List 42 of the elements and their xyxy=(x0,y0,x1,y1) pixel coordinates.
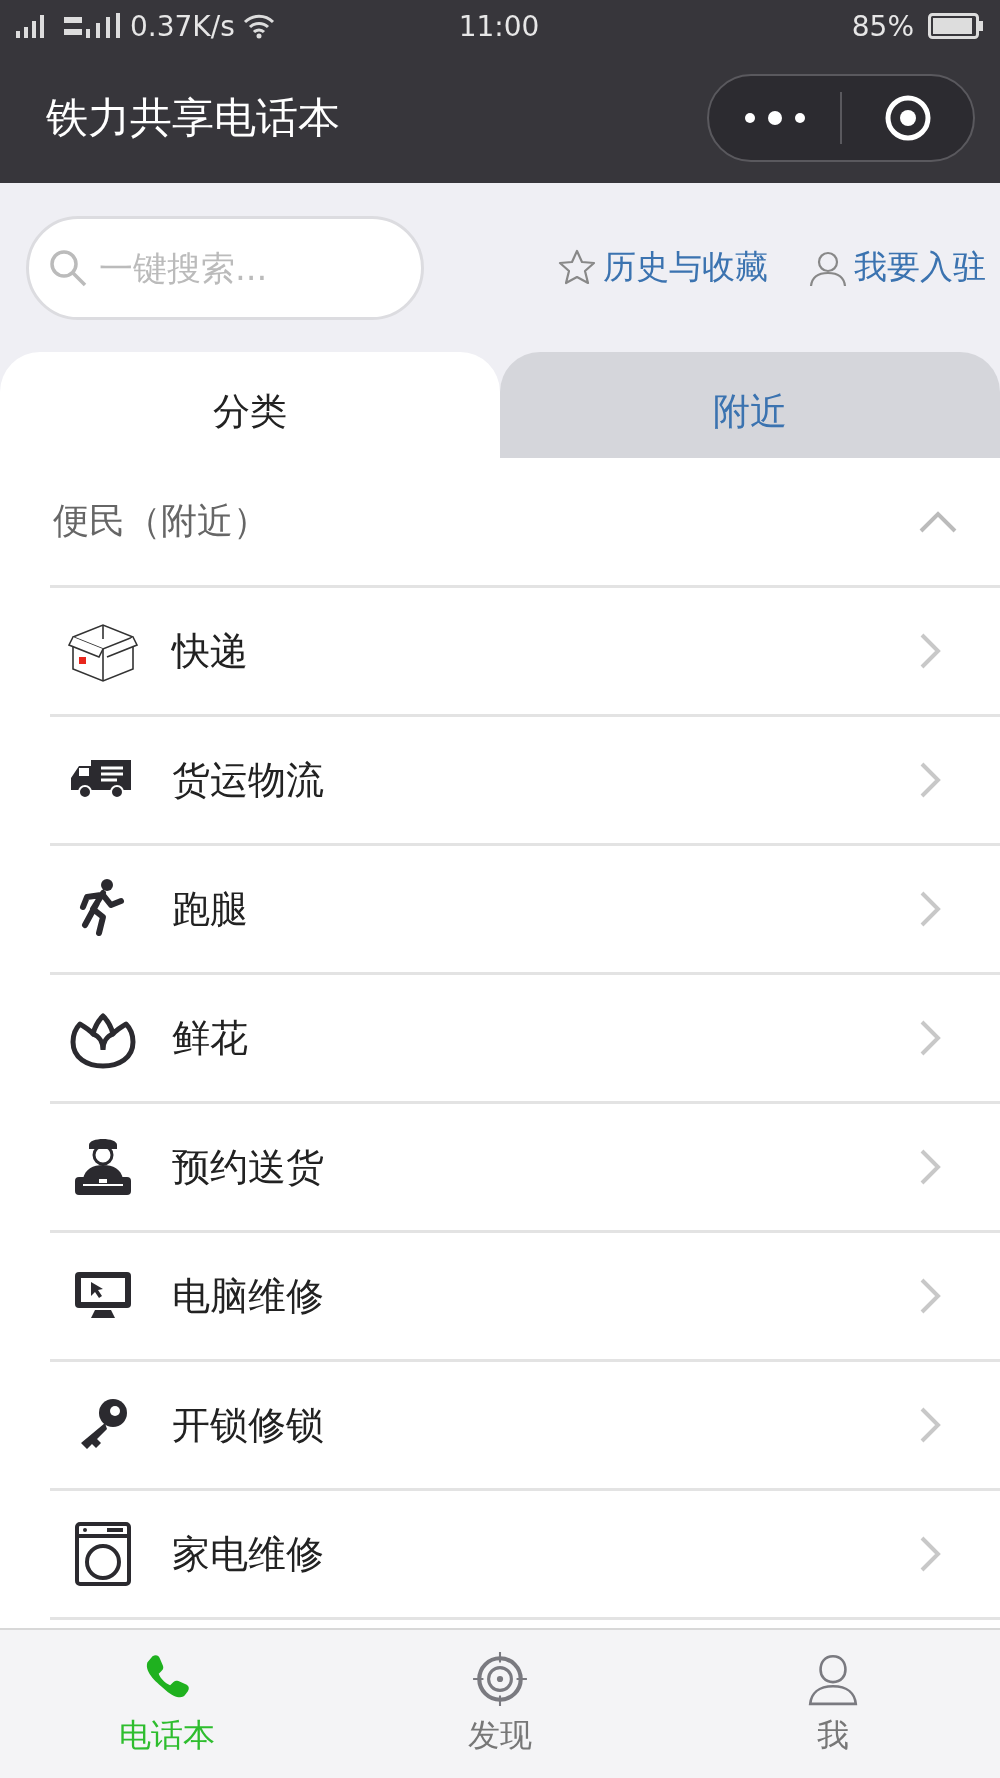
chevron-right-icon xyxy=(918,760,942,800)
category-row[interactable]: 电脑维修 xyxy=(50,1233,1000,1362)
chevron-right-icon xyxy=(918,1405,942,1445)
category-row[interactable]: 家电维修 xyxy=(50,1491,1000,1620)
clock: 11:00 xyxy=(458,9,540,43)
category-row[interactable]: 鲜花 xyxy=(50,975,1000,1104)
category-label: 鲜花 xyxy=(172,1014,249,1062)
link[interactable]: 历史与收藏 xyxy=(557,245,768,290)
category-row[interactable]: 预约送货 xyxy=(50,1104,1000,1233)
chevron-right-icon xyxy=(918,1147,942,1187)
battery-icon xyxy=(928,13,984,39)
battery-percent: 85% xyxy=(851,9,914,43)
category-label: 跑腿 xyxy=(172,885,249,933)
category-label: 家电维修 xyxy=(172,1530,325,1578)
section-header[interactable]: 便民（附近） xyxy=(50,458,1000,588)
chevron-right-icon xyxy=(918,1534,942,1574)
category-row[interactable]: 跑腿 xyxy=(50,846,1000,975)
category-row[interactable]: 快递 xyxy=(50,588,1000,717)
link[interactable]: 我要入驻 xyxy=(808,245,986,290)
tab[interactable]: 分类 xyxy=(0,352,500,458)
category-label: 开锁修锁 xyxy=(172,1401,325,1449)
chevron-right-icon xyxy=(918,1276,942,1316)
network-speed: 0.37K/s xyxy=(130,9,235,43)
search-field[interactable]: 一键搜索... xyxy=(26,215,424,320)
target-icon xyxy=(471,1650,529,1708)
wifi-icon xyxy=(242,13,275,39)
category-row[interactable]: 开锁修锁 xyxy=(50,1362,1000,1491)
target-icon xyxy=(883,93,932,142)
nav-tab[interactable]: 我 xyxy=(666,1630,1000,1778)
chevron-right-icon xyxy=(918,889,942,929)
section-title: 便民（附近） xyxy=(53,499,270,543)
cell-signal-icon xyxy=(62,13,122,39)
chevron-right-icon xyxy=(918,1018,942,1058)
chevron-right-icon xyxy=(918,631,942,671)
category-row[interactable]: 货运物流 xyxy=(50,717,1000,846)
nav-tab[interactable]: 发现 xyxy=(333,1630,667,1778)
app-title: 铁力共享电话本 xyxy=(46,91,341,144)
category-label: 预约送货 xyxy=(172,1143,325,1191)
category-label: 电脑维修 xyxy=(172,1272,325,1320)
search-icon xyxy=(48,247,88,288)
category-label: 快递 xyxy=(172,627,249,675)
category-label: 货运物流 xyxy=(172,756,325,804)
